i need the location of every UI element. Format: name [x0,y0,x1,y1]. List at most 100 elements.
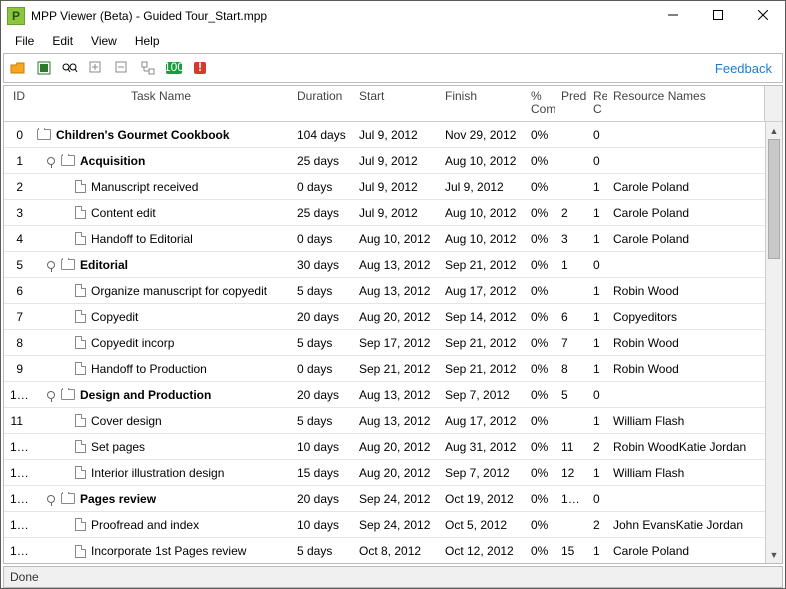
cell-pct: 0% [525,258,555,272]
table-row[interactable]: 15Proofread and index10 daysSep 24, 2012… [4,512,782,538]
col-id[interactable]: ID [4,86,31,121]
cell-name: Editorial [31,258,291,272]
cell-rc: 1 [587,414,607,428]
cell-pred: 15 [555,544,587,558]
key-icon [47,391,55,399]
menu-view[interactable]: View [83,32,125,50]
cell-start: Jul 9, 2012 [353,128,439,142]
svg-text:100: 100 [166,62,182,74]
table-row[interactable]: 1Acquisition25 daysJul 9, 2012Aug 10, 20… [4,148,782,174]
cell-name: Handoff to Production [31,362,291,376]
cell-finish: Aug 17, 2012 [439,284,525,298]
document-icon [75,518,86,531]
table-row[interactable]: 0Children's Gourmet Cookbook104 daysJul … [4,122,782,148]
col-pct[interactable]: %Com [525,86,555,121]
col-rc[interactable]: ReC [587,86,607,121]
red-badge-icon[interactable]: ! [192,60,208,76]
cell-id: 10 [4,388,31,402]
vertical-scrollbar[interactable]: ▲ ▼ [765,122,782,563]
cell-id: 5 [4,258,31,272]
document-icon [75,545,86,558]
document-icon [75,180,86,193]
cell-name: Pages review [31,492,291,506]
cell-finish: Sep 21, 2012 [439,362,525,376]
cell-res: Robin Wood [607,336,782,350]
cell-start: Jul 9, 2012 [353,206,439,220]
table-row[interactable]: 12Set pages10 daysAug 20, 2012Aug 31, 20… [4,434,782,460]
menu-file[interactable]: File [7,32,42,50]
cell-pct: 0% [525,388,555,402]
col-pred[interactable]: Prede [555,86,587,121]
cell-finish: Oct 12, 2012 [439,544,525,558]
scroll-up-icon[interactable]: ▲ [766,122,782,139]
cell-rc: 2 [587,518,607,532]
cell-duration: 15 days [291,466,353,480]
collapse-icon[interactable] [114,60,130,76]
col-res[interactable]: Resource Names [607,86,764,121]
table-row[interactable]: 2Manuscript received0 daysJul 9, 2012Jul… [4,174,782,200]
table-row[interactable]: 10Design and Production20 daysAug 13, 20… [4,382,782,408]
folder-icon [61,155,75,166]
document-icon [75,440,86,453]
cell-name: Set pages [31,440,291,454]
table-row[interactable]: 3Content edit25 daysJul 9, 2012Aug 10, 2… [4,200,782,226]
key-icon [47,261,55,269]
col-duration[interactable]: Duration [291,86,353,121]
export-icon[interactable] [36,60,52,76]
cell-res: William Flash [607,466,782,480]
outline-icon[interactable] [140,60,156,76]
cell-finish: Sep 7, 2012 [439,466,525,480]
cell-finish: Nov 29, 2012 [439,128,525,142]
cell-start: Aug 13, 2012 [353,284,439,298]
minimize-button[interactable] [650,1,695,29]
cell-rc: 1 [587,180,607,194]
scroll-thumb[interactable] [768,139,780,259]
cell-finish: Aug 10, 2012 [439,232,525,246]
table-row[interactable]: 8Copyedit incorp5 daysSep 17, 2012Sep 21… [4,330,782,356]
green-badge-icon[interactable]: 100 [166,60,182,76]
maximize-button[interactable] [695,1,740,29]
cell-rc: 1 [587,310,607,324]
table-row[interactable]: 7Copyedit20 daysAug 20, 2012Sep 14, 2012… [4,304,782,330]
menu-help[interactable]: Help [127,32,168,50]
cell-pred: 5 [555,388,587,402]
cell-res: William Flash [607,414,782,428]
col-task[interactable]: Task Name [31,86,291,121]
col-finish[interactable]: Finish [439,86,525,121]
cell-pred: 1 [555,258,587,272]
table-row[interactable]: 6Organize manuscript for copyedit5 daysA… [4,278,782,304]
table-row[interactable]: 9Handoff to Production0 daysSep 21, 2012… [4,356,782,382]
close-button[interactable] [740,1,785,29]
expand-icon[interactable] [88,60,104,76]
cell-pct: 0% [525,284,555,298]
cell-start: Sep 17, 2012 [353,336,439,350]
cell-res: Robin Wood [607,362,782,376]
table-row[interactable]: 13Interior illustration design15 daysAug… [4,460,782,486]
table-row[interactable]: 5Editorial30 daysAug 13, 2012Sep 21, 201… [4,252,782,278]
open-icon[interactable] [10,60,26,76]
table-row[interactable]: 4Handoff to Editorial0 daysAug 10, 2012A… [4,226,782,252]
cell-name: Cover design [31,414,291,428]
feedback-link[interactable]: Feedback [715,61,776,76]
document-icon [75,310,86,323]
cell-pred: 10,5 [555,492,587,506]
task-grid: ID Task Name Duration Start Finish %Com … [3,85,783,564]
cell-id: 12 [4,440,31,454]
col-start[interactable]: Start [353,86,439,121]
cell-pct: 0% [525,128,555,142]
table-row[interactable]: 16Incorporate 1st Pages review5 daysOct … [4,538,782,563]
cell-duration: 20 days [291,388,353,402]
scroll-down-icon[interactable]: ▼ [766,546,782,563]
cell-duration: 20 days [291,492,353,506]
cell-pct: 0% [525,544,555,558]
menu-edit[interactable]: Edit [44,32,81,50]
task-label: Proofread and index [91,518,199,532]
cell-duration: 5 days [291,284,353,298]
cell-start: Aug 20, 2012 [353,310,439,324]
task-label: Pages review [80,492,156,506]
table-row[interactable]: 11Cover design5 daysAug 13, 2012Aug 17, … [4,408,782,434]
cell-res: John EvansKatie Jordan [607,518,782,532]
table-row[interactable]: 14Pages review20 daysSep 24, 2012Oct 19,… [4,486,782,512]
cell-name: Proofread and index [31,518,291,532]
find-icon[interactable] [62,60,78,76]
